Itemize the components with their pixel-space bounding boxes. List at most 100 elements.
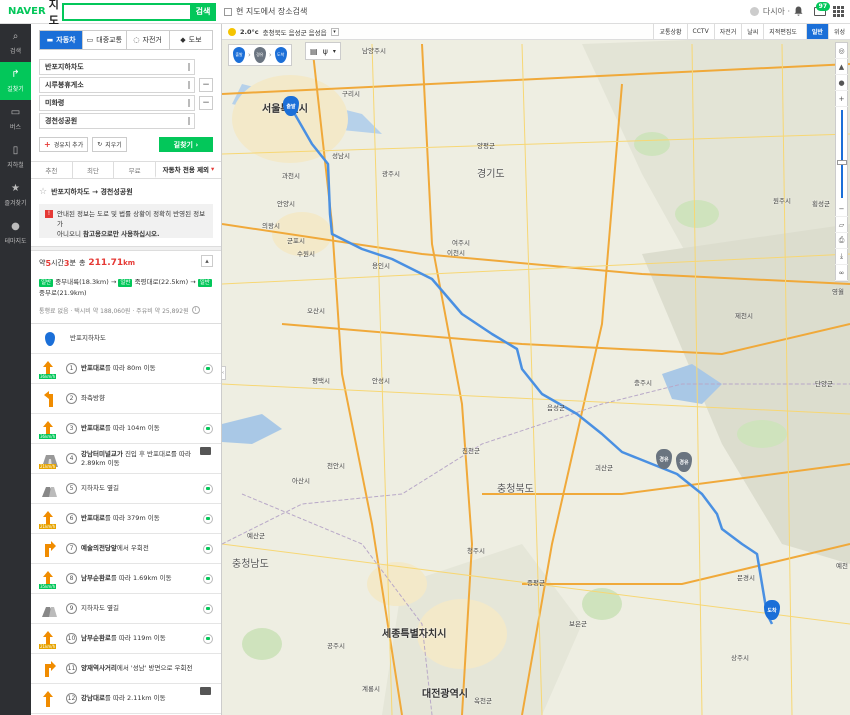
step-row[interactable]: 21km/h 10 남부순환로를 따라 119m 이동 xyxy=(31,624,221,654)
step-description: 반포지하차도 xyxy=(70,334,213,343)
panel-collapse-tab[interactable]: ‹ xyxy=(222,366,226,380)
drag-handle-icon[interactable] xyxy=(188,117,190,125)
step-text: 를 따라 1.69km 이동 xyxy=(110,574,172,582)
preview-eye-icon[interactable] xyxy=(203,423,213,434)
star-icon: ★ xyxy=(11,183,20,194)
clear-button[interactable]: ↻ 지우기 xyxy=(92,137,127,152)
preview-eye-icon[interactable] xyxy=(203,633,213,644)
remove-waypoint-button[interactable]: − xyxy=(199,96,213,110)
route-tab-1[interactable]: 최단 xyxy=(71,162,114,178)
drag-handle-icon[interactable] xyxy=(188,99,190,107)
layer-toggle-0[interactable]: 교통상황 xyxy=(653,24,687,39)
nav-item-label: 지하철 xyxy=(7,161,24,169)
nav-item-4[interactable]: ★ 즐겨찾기 xyxy=(0,176,31,214)
terrain-icon[interactable]: ▲ xyxy=(835,59,848,75)
zoom-slider[interactable] xyxy=(836,110,847,198)
preview-eye-icon[interactable] xyxy=(203,543,213,554)
pin-shape xyxy=(45,331,55,346)
search-input[interactable] xyxy=(62,2,190,21)
nav-item-2[interactable]: ▭ 버스 xyxy=(0,100,31,138)
map-canvas[interactable]: 2.0°c 충청북도 음성군 음성읍 ▾ 교통상황 CCTV 자전거 날씨 지적편집도 일… xyxy=(222,24,850,715)
waypoint-field[interactable]: 경천성공원 xyxy=(39,113,195,129)
map-view-0[interactable]: 일반 xyxy=(805,24,828,39)
mode-tab-2[interactable]: ◌ 자전거 xyxy=(125,31,169,49)
link-icon[interactable]: ∞ xyxy=(835,265,848,281)
drag-handle-icon[interactable] xyxy=(188,81,190,89)
step-description: 예술의전당앞에서 우회전 xyxy=(81,544,203,553)
street-view-icon[interactable]: ● xyxy=(835,75,848,91)
step-row[interactable]: 12 강남대로를 따라 2.11km 이동 xyxy=(31,684,221,714)
nav-item-5[interactable]: ● 테마지도 xyxy=(0,214,31,252)
strip-pin-2[interactable]: 도착 xyxy=(274,47,287,63)
apps-grid-icon[interactable] xyxy=(833,6,844,17)
restaurant-filter-icon[interactable]: ψ xyxy=(323,47,328,56)
step-row[interactable]: 36km/h 3 반포대로를 따라 104m 이동 xyxy=(31,414,221,444)
nav-item-3[interactable]: ▯ 지하철 xyxy=(0,138,31,176)
mode-tab-3[interactable]: ◆ 도보 xyxy=(168,31,212,49)
preview-eye-icon[interactable] xyxy=(203,513,213,524)
step-row[interactable]: 9 지하차도 옆길 xyxy=(31,594,221,624)
strip-pin-0[interactable]: 출발 xyxy=(233,47,245,63)
zoom-in-button[interactable]: + xyxy=(835,91,848,107)
strip-pin-1[interactable]: 경유 xyxy=(253,47,266,63)
straight-arrow-icon: 36km/h xyxy=(39,418,61,440)
add-waypoint-button[interactable]: + 경유지 추가 xyxy=(39,137,89,152)
preview-eye-icon[interactable] xyxy=(203,573,213,584)
bell-icon[interactable] xyxy=(794,6,803,17)
road-name: 강남대로 xyxy=(81,694,105,702)
step-row[interactable]: 21km/h 6 반포대로를 따라 379m 이동 xyxy=(31,504,221,534)
layer-toggle-4[interactable]: 지적편집도 xyxy=(763,24,802,39)
mode-tab-1[interactable]: ▭ 대중교통 xyxy=(82,31,125,49)
ruler-icon[interactable]: ▱ xyxy=(835,217,848,233)
left-nav: ⌕ 검색 ↱ 길찾기 ▭ 버스 ▯ 지하철 ★ 즐겨찾기 ● 테마지도 xyxy=(0,24,31,715)
zoom-handle[interactable] xyxy=(836,160,847,165)
waypoint-field[interactable]: 미화령 xyxy=(39,95,195,111)
route-tab-0[interactable]: 추천 xyxy=(31,162,72,178)
favorite-star-icon[interactable]: ☆ xyxy=(39,187,47,197)
preview-eye-icon[interactable] xyxy=(203,603,213,614)
mode-tab-label: 자동차 xyxy=(56,36,76,44)
step-row[interactable]: 2 좌측방향 xyxy=(31,384,221,414)
zoom-out-button[interactable]: − xyxy=(835,201,848,217)
step-row[interactable]: 36km/h 1 반포대로를 따라 80m 이동 xyxy=(31,354,221,384)
bus-filter-icon[interactable]: ▤ xyxy=(310,47,318,56)
step-row[interactable]: 11 양재역사거리에서 '성남' 방면으로 우회전 xyxy=(31,654,221,684)
drag-handle-icon[interactable] xyxy=(188,63,190,71)
layer-toggle-1[interactable]: CCTV xyxy=(686,24,714,39)
download-icon[interactable]: ⤓ xyxy=(835,249,848,265)
step-row[interactable]: 5 지하차도 옆길 xyxy=(31,474,221,504)
remove-waypoint-button[interactable]: − xyxy=(199,78,213,92)
chevron-down-icon[interactable]: ▾ xyxy=(333,48,336,55)
layer-toggle-3[interactable]: 날씨 xyxy=(741,24,764,39)
step-text: 를 따라 379m 이동 xyxy=(104,514,160,522)
print-icon[interactable]: ⎙ xyxy=(835,233,848,249)
search-in-map-checkbox[interactable]: 현 지도에서 장소검색 xyxy=(224,6,307,17)
route-tab-2[interactable]: 무료 xyxy=(113,162,155,178)
waypoint-field[interactable]: 시루봉휴게소 xyxy=(39,77,195,93)
notice-box: ! 안내된 정보는 도로 및 법률 상황이 정확히 반영된 정보가 아니오니 참… xyxy=(39,204,213,238)
info-icon[interactable]: i xyxy=(191,306,200,314)
road-name: 반포대로 xyxy=(81,514,105,522)
step-row[interactable]: 7 예술의전당앞에서 우회전 xyxy=(31,534,221,564)
map-view-1[interactable]: 위성 xyxy=(827,24,850,39)
step-row[interactable]: 21km/h 4 강남터미널교가 진입 후 반포대로를 따라 2.89km 이동 xyxy=(31,444,221,474)
waypoint-field[interactable]: 반포지하차도 xyxy=(39,59,195,75)
preview-eye-icon[interactable] xyxy=(203,363,213,374)
nav-item-1[interactable]: ↱ 길찾기 xyxy=(0,62,31,100)
step-row[interactable]: 35km/h 8 남부순환로를 따라 1.69km 이동 xyxy=(31,564,221,594)
find-route-button[interactable]: 길찾기 › xyxy=(159,137,213,152)
search-button[interactable]: 검색 xyxy=(190,2,216,21)
preview-eye-icon[interactable] xyxy=(203,483,213,494)
user-menu[interactable]: 다시아 · xyxy=(749,6,790,17)
road-name: 반포대로 xyxy=(81,364,105,372)
route-tab-3[interactable]: 자동차 전용 제외 ▾ xyxy=(154,162,221,178)
mode-tab-0[interactable]: ▬ 자동차 xyxy=(40,31,83,49)
nav-item-0[interactable]: ⌕ 검색 xyxy=(0,24,31,62)
step-text: 를 따라 104m 이동 xyxy=(104,424,160,432)
collapse-button[interactable]: ▴ xyxy=(201,255,213,267)
checkbox-box[interactable] xyxy=(224,7,232,16)
layer-toggle-2[interactable]: 자전거 xyxy=(713,24,742,39)
chevron-down-icon[interactable]: ▾ xyxy=(330,27,339,36)
start-row[interactable]: 반포지하차도 xyxy=(31,324,221,354)
location-icon[interactable]: ◎ xyxy=(835,43,848,59)
